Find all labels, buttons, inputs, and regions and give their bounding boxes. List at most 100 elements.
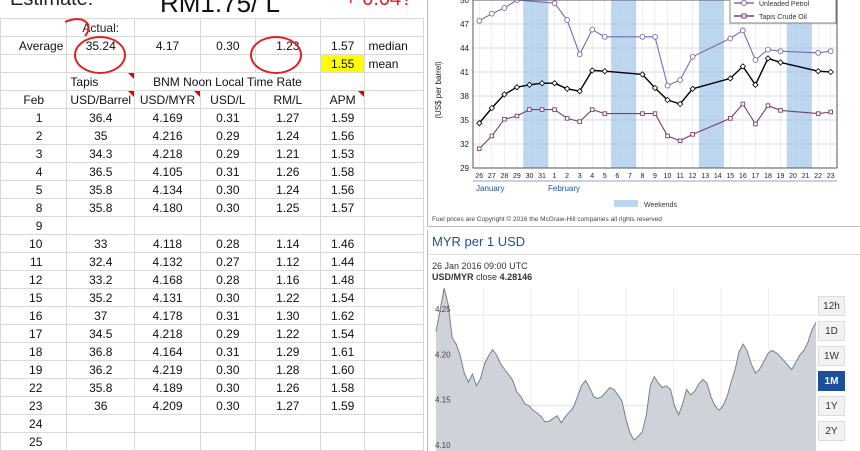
table-cell[interactable] bbox=[364, 342, 424, 361]
table-cell[interactable] bbox=[364, 234, 424, 253]
table-cell[interactable]: 0.31 bbox=[200, 306, 256, 325]
table-cell[interactable]: 1.16 bbox=[254, 270, 321, 289]
table-cell[interactable]: 1.56 bbox=[319, 180, 366, 199]
mean-apm[interactable]: 1.55 bbox=[319, 54, 366, 73]
table-cell[interactable] bbox=[364, 162, 424, 181]
table-cell[interactable] bbox=[254, 414, 321, 433]
row-date[interactable]: 11 bbox=[0, 252, 68, 271]
table-cell[interactable]: 1.62 bbox=[319, 306, 366, 325]
table-cell[interactable]: 1.24 bbox=[254, 126, 321, 145]
table-cell[interactable]: 34.5 bbox=[66, 324, 136, 343]
avg-rm-l[interactable]: 1.23 bbox=[254, 36, 321, 55]
table-cell[interactable]: 1.24 bbox=[254, 180, 321, 199]
table-cell[interactable] bbox=[364, 414, 424, 433]
cell[interactable] bbox=[0, 54, 68, 73]
median-apm[interactable]: 1.57 bbox=[319, 36, 366, 55]
table-cell[interactable]: 4.218 bbox=[134, 144, 201, 163]
row-date[interactable]: 23 bbox=[0, 396, 68, 415]
table-cell[interactable]: 4.169 bbox=[134, 108, 201, 127]
col-header-usd-l[interactable]: USD/L bbox=[200, 90, 256, 109]
table-cell[interactable]: 1.27 bbox=[254, 396, 321, 415]
table-cell[interactable]: 4.168 bbox=[134, 270, 201, 289]
table-cell[interactable]: 1.57 bbox=[319, 198, 366, 217]
table-cell[interactable] bbox=[364, 180, 424, 199]
table-cell[interactable] bbox=[364, 324, 424, 343]
table-cell[interactable] bbox=[364, 360, 424, 379]
table-cell[interactable] bbox=[66, 432, 136, 451]
table-cell[interactable]: 1.25 bbox=[254, 198, 321, 217]
row-date[interactable]: 4 bbox=[0, 162, 68, 181]
row-date[interactable]: 17 bbox=[0, 324, 68, 343]
cell[interactable] bbox=[134, 18, 201, 37]
cell[interactable] bbox=[364, 18, 424, 37]
table-cell[interactable]: 4.134 bbox=[134, 180, 201, 199]
row-date[interactable]: 2 bbox=[0, 126, 68, 145]
table-cell[interactable] bbox=[200, 432, 256, 451]
row-date[interactable]: 3 bbox=[0, 144, 68, 163]
table-cell[interactable]: 0.31 bbox=[200, 108, 256, 127]
table-cell[interactable] bbox=[319, 414, 366, 433]
cell[interactable] bbox=[66, 54, 136, 73]
table-cell[interactable]: 0.30 bbox=[200, 378, 256, 397]
cell[interactable] bbox=[200, 54, 256, 73]
table-cell[interactable] bbox=[364, 216, 424, 235]
table-cell[interactable]: 1.53 bbox=[319, 144, 366, 163]
col-header-feb[interactable]: Feb bbox=[0, 90, 68, 109]
table-cell[interactable] bbox=[66, 414, 136, 433]
table-cell[interactable] bbox=[364, 108, 424, 127]
table-cell[interactable]: 1.12 bbox=[254, 252, 321, 271]
table-cell[interactable]: 35.8 bbox=[66, 378, 136, 397]
table-cell[interactable]: 4.178 bbox=[134, 306, 201, 325]
table-cell[interactable]: 4.132 bbox=[134, 252, 201, 271]
table-cell[interactable]: 1.54 bbox=[319, 288, 366, 307]
row-date[interactable]: 18 bbox=[0, 342, 68, 361]
table-cell[interactable] bbox=[364, 270, 424, 289]
table-cell[interactable]: 4.189 bbox=[134, 378, 201, 397]
table-cell[interactable]: 1.14 bbox=[254, 234, 321, 253]
table-cell[interactable]: 4.131 bbox=[134, 288, 201, 307]
table-cell[interactable]: 1.26 bbox=[254, 162, 321, 181]
table-cell[interactable]: 33.2 bbox=[66, 270, 136, 289]
table-cell[interactable]: 35 bbox=[66, 126, 136, 145]
avg-usd-myr[interactable]: 4.17 bbox=[134, 36, 201, 55]
table-cell[interactable] bbox=[200, 216, 256, 235]
table-cell[interactable]: 0.30 bbox=[200, 396, 256, 415]
table-cell[interactable]: 4.209 bbox=[134, 396, 201, 415]
table-cell[interactable]: 1.22 bbox=[254, 324, 321, 343]
table-cell[interactable]: 1.54 bbox=[319, 324, 366, 343]
table-cell[interactable]: 0.29 bbox=[200, 324, 256, 343]
table-cell[interactable]: 1.22 bbox=[254, 288, 321, 307]
table-cell[interactable]: 35.8 bbox=[66, 180, 136, 199]
row-date[interactable]: 25 bbox=[0, 432, 68, 451]
table-cell[interactable] bbox=[364, 144, 424, 163]
table-cell[interactable]: 1.26 bbox=[254, 378, 321, 397]
table-cell[interactable]: 36.2 bbox=[66, 360, 136, 379]
cell[interactable] bbox=[200, 18, 256, 37]
table-cell[interactable]: 4.105 bbox=[134, 162, 201, 181]
cell[interactable] bbox=[134, 54, 201, 73]
table-cell[interactable] bbox=[364, 306, 424, 325]
cell[interactable] bbox=[319, 72, 366, 91]
table-cell[interactable]: 0.30 bbox=[200, 360, 256, 379]
table-cell[interactable]: 35.2 bbox=[66, 288, 136, 307]
table-cell[interactable]: 4.164 bbox=[134, 342, 201, 361]
table-cell[interactable]: 1.48 bbox=[319, 270, 366, 289]
col-header-usd-myr[interactable]: USD/MYR bbox=[134, 90, 201, 109]
avg-usd-l[interactable]: 0.30 bbox=[200, 36, 256, 55]
table-cell[interactable]: 33 bbox=[66, 234, 136, 253]
table-cell[interactable] bbox=[364, 432, 424, 451]
table-cell[interactable]: 1.46 bbox=[319, 234, 366, 253]
table-cell[interactable]: 37 bbox=[66, 306, 136, 325]
median-label[interactable]: median bbox=[364, 36, 424, 55]
timeframe-button-1d[interactable]: 1D bbox=[818, 321, 845, 341]
row-date[interactable]: 22 bbox=[0, 378, 68, 397]
mean-label[interactable]: mean bbox=[364, 54, 424, 73]
row-date[interactable]: 12 bbox=[0, 270, 68, 289]
table-cell[interactable]: 0.28 bbox=[200, 234, 256, 253]
row-date[interactable]: 16 bbox=[0, 306, 68, 325]
cell[interactable] bbox=[254, 18, 321, 37]
table-cell[interactable]: 35.8 bbox=[66, 198, 136, 217]
table-cell[interactable]: 4.219 bbox=[134, 360, 201, 379]
table-cell[interactable]: 1.44 bbox=[319, 252, 366, 271]
table-cell[interactable]: 0.30 bbox=[200, 288, 256, 307]
